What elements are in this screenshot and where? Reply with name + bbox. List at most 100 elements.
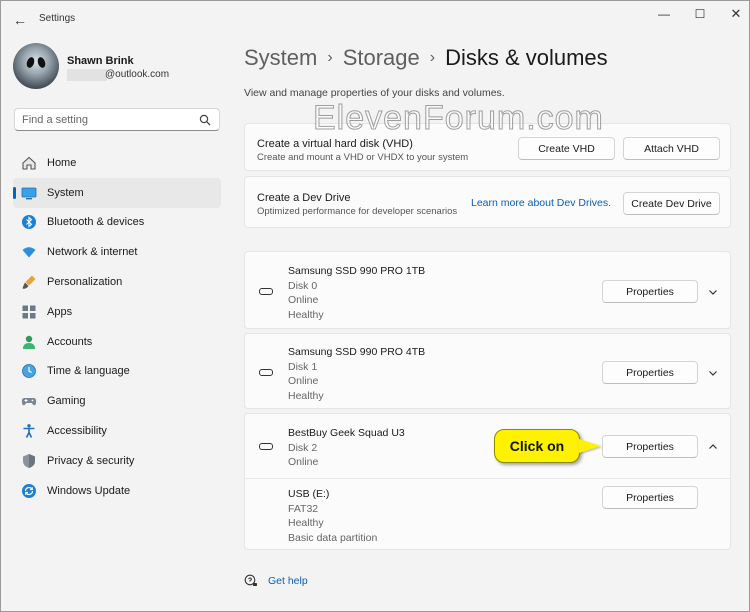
sidebar-item-label: Windows Update: [47, 484, 131, 497]
disk-name: BestBuy Geek Squad U3: [288, 427, 405, 439]
page-title: Disks & volumes: [445, 45, 608, 70]
title-bar: ← Settings — ☐ ✕: [1, 1, 749, 37]
disk-info: Samsung SSD 990 PRO 1TB Disk 0 Online He…: [288, 264, 425, 322]
drive-icon: [259, 443, 273, 450]
chevron-down-icon[interactable]: [707, 286, 719, 298]
search-input[interactable]: [22, 113, 192, 127]
update-icon: [22, 483, 36, 498]
disk-info: Samsung SSD 990 PRO 4TB Disk 1 Online He…: [288, 345, 425, 403]
volume-partition-type: Basic data partition: [288, 531, 378, 544]
breadcrumb-separator: ›: [429, 49, 436, 66]
disk-status: Online: [288, 375, 319, 387]
create-dev-drive-button[interactable]: Create Dev Drive: [623, 192, 720, 215]
volume-health: Healthy: [288, 517, 324, 529]
dev-drive-desc: Optimized performance for developer scen…: [257, 206, 458, 217]
disk-number: Disk 0: [288, 279, 318, 292]
attach-vhd-button[interactable]: Attach VHD: [623, 137, 720, 160]
sidebar-item-windows-update[interactable]: Windows Update: [13, 476, 221, 506]
sidebar-item-label: Privacy & security: [47, 454, 135, 467]
disk-card-expanded[interactable]: BestBuy Geek Squad U3 Disk 2 Online Prop…: [244, 413, 731, 550]
sidebar-item-accounts[interactable]: Accounts: [13, 327, 221, 357]
divider: [245, 478, 730, 479]
sidebar-nav: Home System Bluetooth & devices Network …: [13, 148, 221, 506]
get-help-label: Get help: [268, 575, 308, 587]
disk-name: Samsung SSD 990 PRO 4TB: [288, 346, 426, 358]
sidebar-item-label: Gaming: [47, 395, 86, 408]
bluetooth-icon: [22, 215, 36, 230]
sidebar-item-label: Accounts: [47, 335, 93, 348]
sidebar-item-label: System: [47, 186, 84, 199]
learn-more-dev-drives-link[interactable]: Learn more about Dev Drives.: [471, 197, 611, 209]
sidebar-item-label: Home: [47, 156, 77, 169]
sidebar-item-gaming[interactable]: Gaming: [13, 386, 221, 416]
disk-card[interactable]: Samsung SSD 990 PRO 1TB Disk 0 Online He…: [244, 251, 731, 329]
drive-icon: [259, 288, 273, 295]
email-redaction: [67, 69, 107, 81]
volume-info: USB (E:) FAT32 Healthy Basic data partit…: [288, 487, 377, 545]
disk-status: Online: [288, 294, 319, 306]
properties-button[interactable]: Properties: [602, 361, 698, 384]
window-title: Settings: [39, 13, 76, 24]
callout-arrow: [579, 439, 601, 453]
help-icon: [244, 574, 257, 586]
sidebar-item-label: Time & language: [47, 365, 130, 378]
minimize-button[interactable]: —: [645, 5, 683, 23]
vhd-desc: Create and mount a VHD or VHDX to your s…: [257, 152, 469, 163]
sidebar-item-personalization[interactable]: Personalization: [13, 267, 221, 297]
sidebar-item-privacy[interactable]: Privacy & security: [13, 446, 221, 476]
gamepad-icon: [21, 398, 37, 406]
drive-icon: [259, 369, 273, 376]
chevron-up-icon[interactable]: [707, 441, 719, 453]
avatar[interactable]: [13, 43, 59, 89]
page-subtitle: View and manage properties of your disks…: [244, 87, 505, 99]
sidebar-item-label: Personalization: [47, 276, 123, 289]
back-arrow-icon[interactable]: ←: [11, 11, 29, 29]
disk-health: Healthy: [288, 389, 324, 402]
get-help-link[interactable]: Get help: [244, 574, 308, 588]
close-button[interactable]: ✕: [717, 5, 750, 23]
disk-number: Disk 2: [288, 441, 318, 454]
disk-name: Samsung SSD 990 PRO 1TB: [288, 265, 426, 277]
volume-properties-button[interactable]: Properties: [602, 486, 698, 509]
breadcrumb: System › Storage › Disks & volumes: [244, 43, 608, 73]
search-icon[interactable]: [199, 114, 211, 126]
search-box[interactable]: [14, 108, 220, 131]
maximize-button[interactable]: ☐: [681, 5, 719, 23]
volume-name: USB (E:): [288, 488, 330, 500]
sidebar-item-label: Bluetooth & devices: [47, 216, 145, 229]
sidebar-item-home[interactable]: Home: [13, 148, 221, 178]
sidebar-item-system[interactable]: System: [13, 177, 221, 208]
vhd-title: Create a virtual hard disk (VHD): [257, 138, 413, 150]
apps-icon: [22, 305, 36, 319]
sidebar-item-apps[interactable]: Apps: [13, 297, 221, 327]
globe-clock-icon: [22, 364, 36, 379]
sidebar-item-label: Accessibility: [47, 425, 107, 438]
create-vhd-button[interactable]: Create VHD: [518, 137, 615, 160]
breadcrumb-storage[interactable]: Storage: [343, 45, 420, 71]
sidebar-item-accessibility[interactable]: Accessibility: [13, 416, 221, 446]
sidebar-item-network[interactable]: Network & internet: [13, 237, 221, 267]
sidebar-item-label: Network & internet: [47, 246, 138, 259]
disk-card[interactable]: Samsung SSD 990 PRO 4TB Disk 1 Online He…: [244, 333, 731, 409]
accounts-icon: [23, 335, 35, 349]
disk-number: Disk 1: [288, 360, 318, 373]
disk-health: Healthy: [288, 308, 324, 321]
network-icon: [22, 247, 36, 258]
accessibility-icon: [23, 424, 35, 438]
properties-button[interactable]: Properties: [602, 435, 698, 458]
user-email: @outlook.com: [105, 69, 170, 80]
home-icon: [22, 156, 36, 170]
dev-drive-title: Create a Dev Drive: [257, 192, 351, 204]
disk-info: BestBuy Geek Squad U3 Disk 2 Online: [288, 426, 405, 470]
breadcrumb-system[interactable]: System: [244, 45, 317, 71]
settings-window: ← Settings — ☐ ✕ Shawn Brink @outlook.co…: [0, 0, 750, 612]
shield-icon: [23, 453, 35, 468]
chevron-down-icon[interactable]: [707, 367, 719, 379]
sidebar-item-bluetooth[interactable]: Bluetooth & devices: [13, 208, 221, 238]
sidebar-item-label: Apps: [47, 305, 73, 318]
watermark: ElevenForum.com: [313, 99, 604, 138]
click-on-callout: Click on: [494, 429, 580, 463]
sidebar-item-time-language[interactable]: Time & language: [13, 357, 221, 387]
dev-drive-card: Create a Dev Drive Optimized performance…: [244, 176, 731, 228]
properties-button[interactable]: Properties: [602, 280, 698, 303]
